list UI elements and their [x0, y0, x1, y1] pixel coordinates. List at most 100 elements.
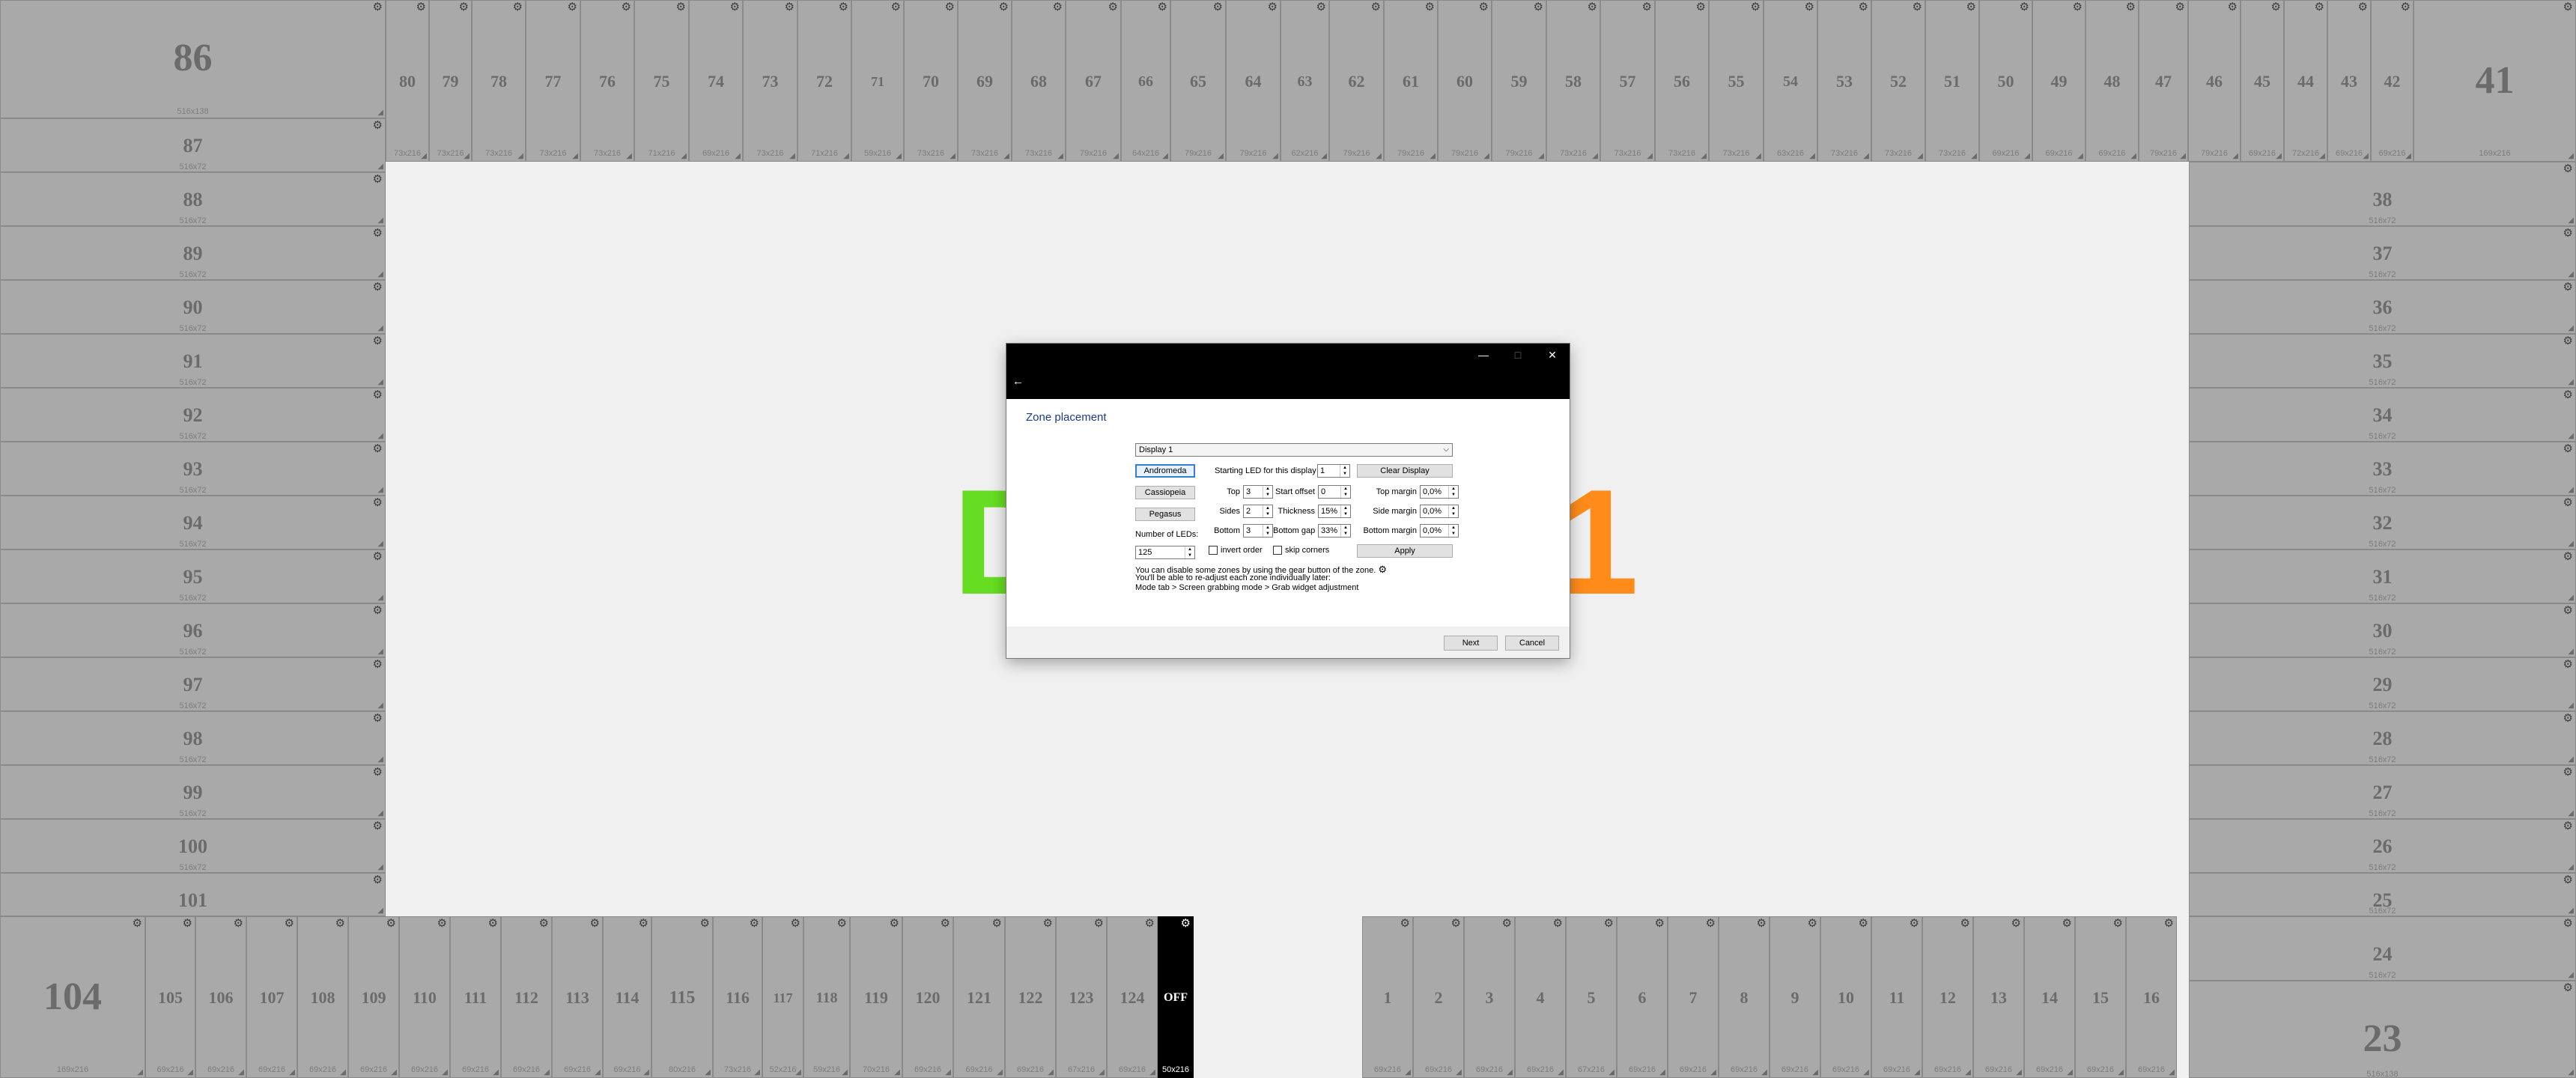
zone-tile[interactable]: ⚙ 117 52x216 ◢	[762, 916, 804, 1078]
zone-tile[interactable]: ⚙ 3 69x216 ◢	[1464, 916, 1515, 1078]
zone-tile[interactable]: ⚙ 49 69x216 ◢	[2032, 0, 2086, 162]
gear-icon[interactable]: ⚙	[373, 713, 383, 724]
gear-icon[interactable]: ⚙	[2020, 1, 2029, 13]
resize-grip-icon[interactable]: ◢	[1863, 153, 1869, 160]
resize-grip-icon[interactable]: ◢	[377, 217, 383, 225]
gear-icon[interactable]: ⚙	[1268, 1, 1278, 13]
spin-arrows-icon[interactable]: ▲ ▼	[1340, 465, 1349, 477]
resize-grip-icon[interactable]: ◢	[1659, 1069, 1665, 1077]
gear-icon[interactable]: ⚙	[2563, 443, 2573, 454]
zone-tile[interactable]: ⚙ 73 73x216 ◢	[743, 0, 798, 162]
gear-icon[interactable]: ⚙	[2563, 335, 2573, 347]
resize-grip-icon[interactable]: ◢	[681, 153, 687, 160]
resize-grip-icon[interactable]: ◢	[2568, 594, 2574, 602]
gear-icon[interactable]: ⚙	[183, 918, 192, 929]
gear-icon[interactable]: ⚙	[1181, 918, 1191, 929]
resize-grip-icon[interactable]: ◢	[705, 1069, 711, 1077]
gear-icon[interactable]: ⚙	[1859, 1, 1868, 13]
resize-grip-icon[interactable]: ◢	[464, 153, 470, 160]
resize-grip-icon[interactable]: ◢	[1099, 1069, 1105, 1077]
zone-tile[interactable]: ⚙ 38 516x72 ◢	[2189, 162, 2576, 226]
resize-grip-icon[interactable]: ◢	[842, 1069, 848, 1077]
bottom-spinbox[interactable]: 3 ▲ ▼	[1243, 524, 1273, 538]
resize-grip-icon[interactable]: ◢	[377, 271, 383, 278]
gear-icon[interactable]: ⚙	[1588, 1, 1597, 13]
gear-icon[interactable]: ⚙	[373, 767, 383, 778]
zone-tile[interactable]: ⚙ 66 64x216 ◢	[1121, 0, 1170, 162]
apply-button[interactable]: Apply	[1357, 544, 1453, 558]
gear-icon[interactable]: ⚙	[1808, 918, 1817, 929]
zone-tile[interactable]: ⚙ 5 67x216 ◢	[1566, 916, 1617, 1078]
zone-tile[interactable]: ⚙ 14 69x216 ◢	[2024, 916, 2075, 1078]
preset-pegasus-button[interactable]: Pegasus	[1135, 508, 1195, 521]
zone-tile[interactable]: ⚙ 25 516x72 ◢	[2189, 873, 2576, 916]
resize-grip-icon[interactable]: ◢	[1507, 1069, 1513, 1077]
gear-icon[interactable]: ⚙	[2563, 605, 2573, 616]
zone-tile[interactable]: ⚙ 61 79x216 ◢	[1384, 0, 1438, 162]
resize-grip-icon[interactable]: ◢	[377, 648, 383, 656]
resize-grip-icon[interactable]: ◢	[1430, 153, 1436, 160]
resize-grip-icon[interactable]: ◢	[595, 1069, 601, 1077]
zone-tile[interactable]: ⚙ 52 73x216 ◢	[1871, 0, 1925, 162]
gear-icon[interactable]: ⚙	[386, 918, 396, 929]
gear-icon[interactable]: ⚙	[373, 874, 383, 886]
zone-tile[interactable]: ⚙ 43 69x216 ◢	[2327, 0, 2371, 162]
gear-icon[interactable]: ⚙	[539, 918, 549, 929]
gear-icon[interactable]: ⚙	[1966, 1, 1976, 13]
resize-grip-icon[interactable]: ◢	[2118, 1069, 2124, 1077]
gear-icon[interactable]: ⚙	[1094, 918, 1104, 929]
gear-icon[interactable]: ⚙	[373, 820, 383, 832]
zone-tile[interactable]: ⚙ 70 73x216 ◢	[904, 0, 958, 162]
zone-tile[interactable]: ⚙ 31 516x72 ◢	[2189, 549, 2576, 603]
resize-grip-icon[interactable]: ◢	[2319, 153, 2325, 160]
gear-icon[interactable]: ⚙	[2563, 874, 2573, 886]
zone-tile[interactable]: ⚙ 79 73x216 ◢	[429, 0, 472, 162]
resize-grip-icon[interactable]: ◢	[1755, 153, 1761, 160]
gear-icon[interactable]: ⚙	[1960, 918, 1970, 929]
gear-icon[interactable]: ⚙	[750, 918, 759, 929]
zone-tile[interactable]: ⚙ 59 79x216 ◢	[1492, 0, 1546, 162]
gear-icon[interactable]: ⚙	[1757, 918, 1767, 929]
zone-tile[interactable]: ⚙ 58 73x216 ◢	[1546, 0, 1600, 162]
gear-icon[interactable]: ⚙	[891, 1, 901, 13]
zone-tile[interactable]: ⚙ 114 69x216 ◢	[603, 916, 651, 1078]
resize-grip-icon[interactable]: ◢	[2568, 907, 2574, 915]
zone-tile[interactable]: ⚙ 80 73x216 ◢	[386, 0, 429, 162]
resize-grip-icon[interactable]: ◢	[1149, 1069, 1155, 1077]
zone-tile[interactable]: ⚙ 64 79x216 ◢	[1226, 0, 1281, 162]
resize-grip-icon[interactable]: ◢	[377, 379, 383, 386]
resize-grip-icon[interactable]: ◢	[2276, 153, 2282, 160]
zone-tile[interactable]: ⚙ 10 69x216 ◢	[1820, 916, 1871, 1078]
zone-tile[interactable]: ⚙ 2 69x216 ◢	[1413, 916, 1464, 1078]
gear-icon[interactable]: ⚙	[373, 228, 383, 239]
resize-grip-icon[interactable]: ◢	[2568, 756, 2574, 764]
resize-grip-icon[interactable]: ◢	[1710, 1069, 1716, 1077]
preset-andromeda-button[interactable]: Andromeda	[1135, 464, 1195, 478]
gear-icon[interactable]: ⚙	[1859, 918, 1868, 929]
gear-icon[interactable]: ⚙	[2563, 713, 2573, 724]
invert-order-checkbox[interactable]	[1209, 546, 1218, 555]
zone-tile[interactable]: ⚙ 101 ◢	[0, 873, 386, 916]
resize-grip-icon[interactable]: ◢	[1812, 1069, 1818, 1077]
zone-tile[interactable]: ⚙ 76 73x216 ◢	[580, 0, 634, 162]
zone-tile[interactable]: ⚙ 27 516x72 ◢	[2189, 765, 2576, 819]
zone-tile[interactable]: ⚙ 105 69x216 ◢	[145, 916, 195, 1078]
resize-grip-icon[interactable]: ◢	[377, 594, 383, 602]
resize-grip-icon[interactable]: ◢	[2363, 153, 2369, 160]
resize-grip-icon[interactable]: ◢	[421, 153, 427, 160]
close-button[interactable]: ✕	[1535, 344, 1570, 366]
resize-grip-icon[interactable]: ◢	[2568, 379, 2574, 386]
resize-grip-icon[interactable]: ◢	[2130, 153, 2136, 160]
zone-tile[interactable]: ⚙ 93 516x72 ◢	[0, 442, 386, 496]
zone-tile[interactable]: ⚙ 28 516x72 ◢	[2189, 711, 2576, 765]
zone-tile[interactable]: ⚙ 104 169x216 ◢	[0, 916, 145, 1078]
zone-tile[interactable]: ⚙ 71 59x216 ◢	[851, 0, 904, 162]
gear-icon[interactable]: ⚙	[285, 918, 294, 929]
resize-grip-icon[interactable]: ◢	[1456, 1069, 1462, 1077]
resize-grip-icon[interactable]: ◢	[1113, 153, 1119, 160]
resize-grip-icon[interactable]: ◢	[391, 1069, 397, 1077]
resize-grip-icon[interactable]: ◢	[1483, 153, 1489, 160]
gear-icon[interactable]: ⚙	[890, 918, 899, 929]
spin-arrows-icon[interactable]: ▲ ▼	[1263, 525, 1272, 537]
gear-icon[interactable]: ⚙	[1910, 918, 1919, 929]
